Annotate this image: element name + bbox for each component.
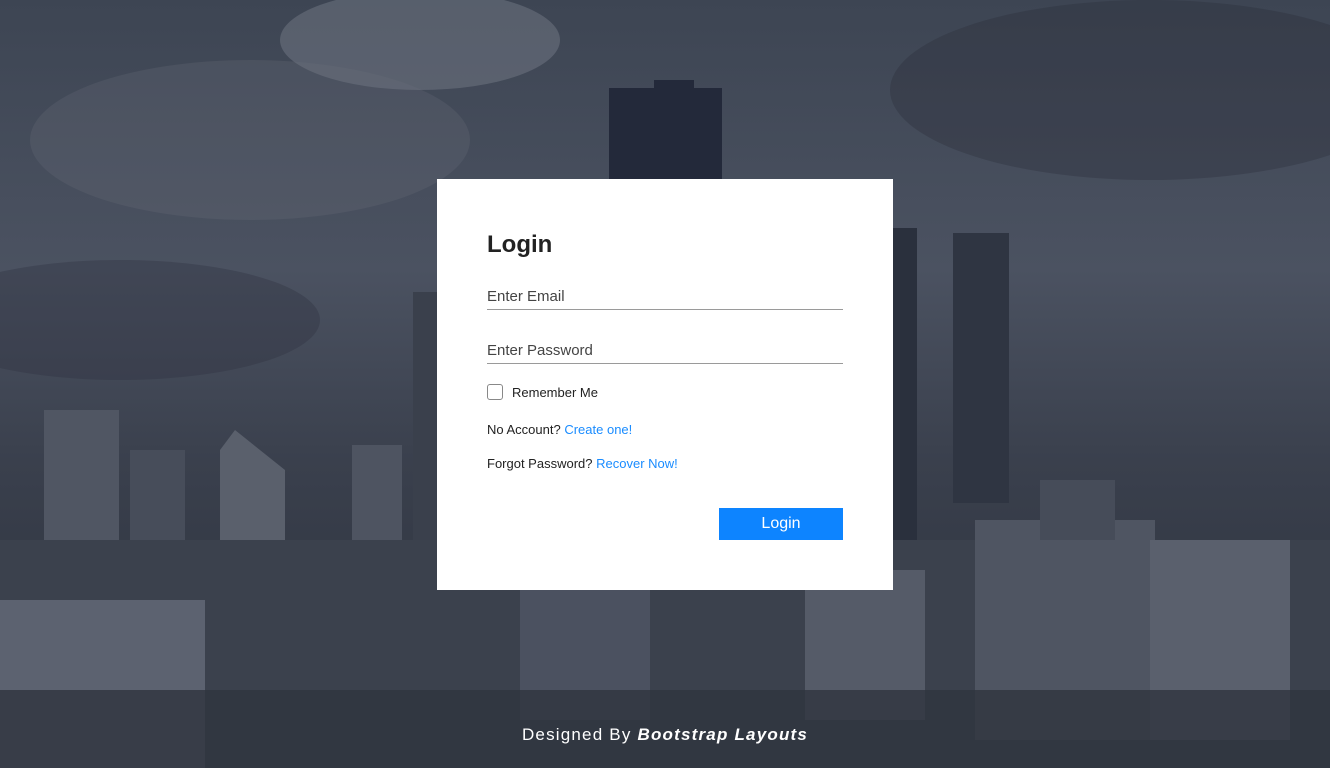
recover-password-link[interactable]: Recover Now! — [596, 456, 678, 471]
login-button[interactable]: Login — [719, 508, 843, 540]
login-title: Login — [487, 231, 553, 258]
remember-me-label[interactable]: Remember Me — [512, 385, 598, 400]
password-input[interactable] — [487, 337, 843, 364]
footer-prefix: Designed By — [521, 725, 632, 744]
remember-me-row: Remember Me — [487, 384, 598, 400]
no-account-line: No Account? Create one! — [487, 422, 632, 437]
forgot-password-text: Forgot Password? — [487, 456, 593, 471]
email-input[interactable] — [487, 283, 843, 310]
login-card: Login Remember Me No Account? Create one… — [437, 179, 893, 590]
create-account-link[interactable]: Create one! — [564, 422, 632, 437]
no-account-text: No Account? — [487, 422, 561, 437]
footer-brand: Bootstrap Layouts — [637, 725, 809, 744]
footer-credit: Designed By Bootstrap Layouts — [0, 725, 1330, 745]
forgot-password-line: Forgot Password? Recover Now! — [487, 456, 678, 471]
remember-me-checkbox[interactable] — [487, 384, 503, 400]
